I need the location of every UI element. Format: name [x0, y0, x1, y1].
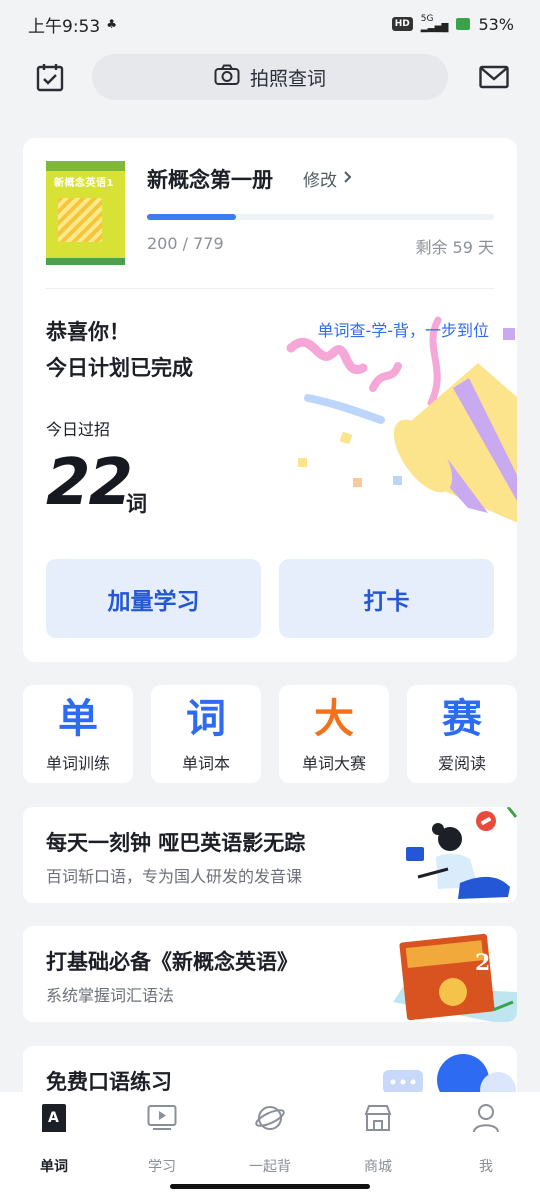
video-play-icon — [146, 1102, 178, 1134]
tab-label: 学习 — [148, 1159, 176, 1175]
check-in-button[interactable]: 打卡 — [279, 559, 494, 638]
promo-subtitle: 系统掌握词汇语法 — [46, 986, 175, 1005]
home-indicator — [170, 1184, 370, 1189]
camera-icon — [214, 64, 240, 91]
tile-label: 单词训练 — [45, 754, 110, 773]
chevron-right-icon — [343, 169, 352, 189]
tab-label: 单词 — [40, 1159, 68, 1175]
congrats-text: 恭喜你！ 今日计划已完成 — [46, 314, 193, 386]
today-label: 今日过招 — [46, 420, 111, 439]
tile-wordbook-icon: 词 — [186, 696, 226, 742]
promo-title: 打基础必备《新概念英语》 — [46, 950, 298, 974]
progress-fill — [147, 214, 237, 220]
remaining-days: 剩余 59 天 — [415, 238, 494, 257]
book-illustration: 2 — [383, 932, 517, 1022]
tile-reading[interactable]: 赛 爱阅读 — [407, 685, 517, 783]
tab-words[interactable]: A 单词 — [0, 1102, 108, 1175]
slogan-text: 单词查-学-背，一步到位 — [317, 321, 489, 340]
status-bar: 上午9:53 ♣ HD 5G ▂▃▅▇ 53% — [0, 0, 540, 48]
divider — [46, 288, 494, 289]
study-plan-card: 新概念英语1 新概念第一册 修改 200 / 779 剩余 59 天 恭喜你！ … — [23, 138, 517, 662]
hd-icon: HD — [391, 17, 413, 31]
tile-label: 爱阅读 — [437, 754, 486, 773]
book-cover-title: 新概念英语1 — [54, 178, 114, 189]
status-time: 上午9:53 — [28, 16, 101, 37]
tile-label: 单词本 — [181, 754, 230, 773]
promo-title: 每天一刻钟 哑巴英语影无踪 — [46, 831, 306, 855]
progress-bar — [147, 214, 494, 220]
person-icon — [470, 1102, 502, 1134]
tile-word-training-icon: 单 — [58, 696, 98, 742]
tab-label: 一起背 — [249, 1159, 291, 1175]
edit-book-link[interactable]: 修改 — [303, 166, 352, 191]
promo-subtitle: 百词斩口语，专为国人研发的发音课 — [46, 867, 303, 886]
tab-learn[interactable]: 学习 — [108, 1102, 216, 1175]
store-icon — [362, 1102, 394, 1134]
tile-reading-icon: 赛 — [442, 696, 482, 742]
photo-search-label: 拍照查词 — [249, 67, 326, 90]
book-a-icon: A — [38, 1102, 70, 1134]
calendar-check-icon[interactable] — [33, 60, 67, 94]
tile-word-training[interactable]: 单 单词训练 — [23, 685, 133, 783]
today-word-count: 22 — [46, 446, 133, 520]
party-popper-illustration — [273, 308, 517, 558]
person-illustration — [398, 807, 517, 903]
tile-wordbook[interactable]: 词 单词本 — [151, 685, 261, 783]
battery-percent: 53% — [478, 14, 514, 34]
tab-together[interactable]: 一起背 — [216, 1102, 324, 1175]
progress-text: 200 / 779 — [147, 234, 224, 253]
tile-label: 单词大赛 — [301, 754, 366, 773]
planet-icon — [254, 1102, 286, 1134]
tab-me[interactable]: 我 — [432, 1102, 540, 1175]
notification-icon: ♣ — [106, 17, 117, 31]
tile-word-contest-icon: 大 — [314, 696, 354, 742]
top-bar: 拍照查词 — [0, 54, 540, 102]
today-word-unit: 词 — [126, 492, 147, 516]
congrats-line-1: 恭喜你！ — [46, 320, 130, 344]
book-title: 新概念第一册 — [147, 168, 273, 192]
tab-label: 商城 — [364, 1159, 392, 1175]
promo-card-new-concept[interactable]: 打基础必备《新概念英语》 系统掌握词汇语法 2 — [23, 926, 517, 1022]
promo-card-speaking-course[interactable]: 每天一刻钟 哑巴英语影无踪 百词斩口语，专为国人研发的发音课 — [23, 807, 517, 903]
battery-icon — [456, 18, 471, 30]
add-study-button[interactable]: 加量学习 — [46, 559, 261, 638]
edit-book-label: 修改 — [303, 171, 337, 191]
tab-label: 我 — [479, 1159, 493, 1175]
congrats-line-2: 今日计划已完成 — [46, 356, 193, 380]
tab-store[interactable]: 商城 — [324, 1102, 432, 1175]
photo-search-button[interactable]: 拍照查词 — [92, 54, 448, 100]
book-cover[interactable]: 新概念英语1 — [46, 161, 125, 265]
mail-icon[interactable] — [477, 60, 511, 94]
signal-icon: 5G ▂▃▅▇ — [420, 14, 449, 33]
feature-tiles: 单 单词训练 词 单词本 大 单词大赛 赛 爱阅读 — [23, 685, 517, 783]
tile-word-contest[interactable]: 大 单词大赛 — [279, 685, 389, 783]
svg-text:A: A — [48, 1110, 59, 1126]
svg-text:2: 2 — [475, 950, 490, 976]
